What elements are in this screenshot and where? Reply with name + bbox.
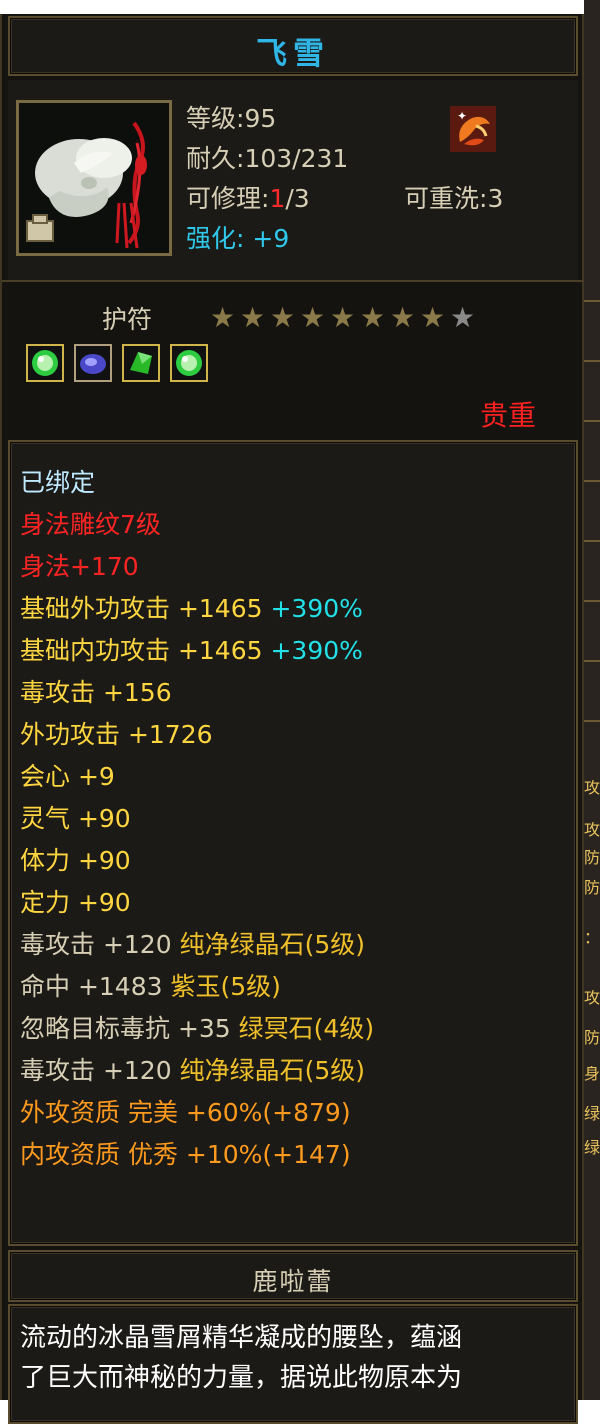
strip-text: 攻 — [584, 780, 600, 796]
strip-divider — [584, 540, 600, 542]
property-line: 基础内功攻击 +1465 +390% — [20, 636, 363, 666]
property-segment: 毒攻击 +156 — [20, 678, 172, 707]
rewash-stat: 可重洗:3 — [404, 184, 504, 213]
star-empty-icon: ★ — [450, 301, 476, 334]
property-line: 定力 +90 — [20, 888, 131, 918]
description-line-1: 流动的冰晶雪屑精华凝成的腰坠，蕴涵 — [20, 1323, 463, 1353]
property-line: 已绑定 — [20, 468, 95, 498]
property-segment: 毒攻击 +120 — [20, 1056, 180, 1085]
jade-pendant-icon — [19, 103, 169, 253]
property-line: 命中 +1483 紫玉(5级) — [20, 972, 281, 1002]
green-gem-icon — [176, 350, 202, 376]
property-segment: 身法雕纹7级 — [20, 510, 161, 539]
property-segment: +390% — [270, 594, 363, 623]
property-line: 毒攻击 +120 纯净绿晶石(5级) — [20, 930, 365, 960]
strip-text: 攻 — [584, 822, 600, 838]
property-segment: 定力 +90 — [20, 888, 131, 917]
green-gem-icon — [32, 350, 58, 376]
purple-gem-icon — [80, 354, 106, 374]
star-filled-icon: ★ — [240, 301, 266, 334]
gem-slot-4[interactable] — [170, 344, 208, 382]
property-line: 内攻资质 优秀 +10%(+147) — [20, 1140, 351, 1170]
owner-bar: 鹿啦蕾 — [8, 1250, 578, 1302]
property-line: 忽略目标毒抗 +35 绿冥石(4级) — [20, 1014, 374, 1044]
property-segment: 灵气 +90 — [20, 804, 131, 833]
property-segment: 身法+170 — [20, 552, 139, 581]
property-segment: 紫玉(5级) — [170, 972, 281, 1001]
owner-name: 鹿啦蕾 — [252, 1267, 334, 1296]
property-line: 毒攻击 +120 纯净绿晶石(5级) — [20, 1056, 365, 1086]
property-line: 基础外功攻击 +1465 +390% — [20, 594, 363, 624]
item-icon-frame[interactable] — [16, 100, 172, 256]
strip-divider — [584, 420, 600, 422]
svg-text:✦: ✦ — [457, 109, 467, 123]
title-bar: 飞雪 — [8, 16, 578, 76]
property-line: 外功攻击 +1726 — [20, 720, 213, 750]
level-stat: 等级:95 — [186, 104, 277, 133]
property-segment: 绿冥石(4级) — [238, 1014, 375, 1043]
strip-text: ： — [584, 930, 600, 946]
property-segment: +390% — [270, 636, 363, 665]
strip-divider — [584, 600, 600, 602]
star-filled-icon: ★ — [360, 301, 386, 334]
strip-text: 绿 — [584, 1140, 600, 1156]
property-line: 会心 +9 — [20, 762, 115, 792]
strip-text: 防 — [584, 1030, 600, 1046]
strip-text: 绿 — [584, 1106, 600, 1122]
property-line: 外攻资质 完美 +60%(+879) — [20, 1098, 351, 1128]
divider — [2, 280, 586, 282]
enhance-stat: 强化: +9 — [186, 224, 290, 253]
property-segment: 体力 +90 — [20, 846, 131, 875]
description-panel: 流动的冰晶雪屑精华凝成的腰坠，蕴涵 了巨大而神秘的力量，据说此物原本为 — [8, 1304, 578, 1424]
strip-text: 身 — [584, 1066, 600, 1082]
durability-stat: 耐久:103/231 — [186, 144, 349, 173]
properties-panel: 已绑定 身法雕纹7级 身法+170 基础外功攻击 +1465 +390% 基础内功攻击 … — [8, 440, 578, 1246]
property-segment: 基础内功攻击 +1465 — [20, 636, 271, 665]
gem-slot-1[interactable] — [26, 344, 64, 382]
item-type: 护符 — [102, 305, 153, 334]
property-segment: 基础外功攻击 +1465 — [20, 594, 271, 623]
property-segment: 命中 +1483 — [20, 972, 171, 1001]
item-name: 飞雪 — [256, 36, 330, 72]
description-line-2: 了巨大而神秘的力量，据说此物原本为 — [20, 1363, 463, 1393]
property-segment: 已绑定 — [20, 468, 96, 497]
property-segment: 会心 +9 — [20, 762, 115, 791]
strip-divider — [584, 720, 600, 722]
property-segment: 忽略目标毒抗 +35 — [20, 1014, 239, 1043]
strip-divider — [584, 480, 600, 482]
property-line: 身法+170 — [20, 552, 139, 582]
property-line: 身法雕纹7级 — [20, 510, 161, 540]
strip-divider — [584, 300, 600, 302]
gem-slot-3[interactable] — [122, 344, 160, 382]
strip-text: 防 — [584, 850, 600, 866]
property-line: 灵气 +90 — [20, 804, 131, 834]
property-segment: 纯净绿晶石(5级) — [179, 1056, 365, 1085]
property-segment: 外攻资质 完美 +60%(+879) — [20, 1098, 351, 1127]
item-tooltip: 飞雪 等级:95 耐久:103/231 可修理:1/3 可重洗:3 强化: +9… — [0, 14, 586, 1424]
star-filled-icon: ★ — [210, 301, 236, 334]
strip-divider — [584, 360, 600, 362]
property-line: 毒攻击 +156 — [20, 678, 172, 708]
amulet-type-icon: ✦ — [450, 106, 496, 152]
star-filled-icon: ★ — [270, 301, 296, 334]
star-filled-icon: ★ — [390, 301, 416, 334]
green-crystal-icon — [130, 352, 152, 374]
gem-slot-2[interactable] — [74, 344, 112, 382]
strip-text: 防 — [584, 880, 600, 896]
strip-divider — [584, 660, 600, 662]
property-segment: 外功攻击 +1726 — [20, 720, 213, 749]
background-window-strip: 攻攻防防：攻防身绿绿 — [584, 0, 600, 1400]
star-filled-icon: ★ — [420, 301, 446, 334]
item-info: 等级:95 耐久:103/231 可修理:1/3 可重洗:3 强化: +9 ✦ — [8, 80, 578, 280]
property-segment: 纯净绿晶石(5级) — [179, 930, 365, 959]
property-segment: 毒攻击 +120 — [20, 930, 180, 959]
strip-text: 攻 — [584, 990, 600, 1006]
rarity-label: 贵重 — [480, 399, 537, 432]
property-segment: 内攻资质 优秀 +10%(+147) — [20, 1140, 351, 1169]
star-filled-icon: ★ — [300, 301, 326, 334]
star-filled-icon: ★ — [330, 301, 356, 334]
repair-stat: 可修理:1/3 — [186, 184, 310, 213]
property-line: 体力 +90 — [20, 846, 131, 876]
